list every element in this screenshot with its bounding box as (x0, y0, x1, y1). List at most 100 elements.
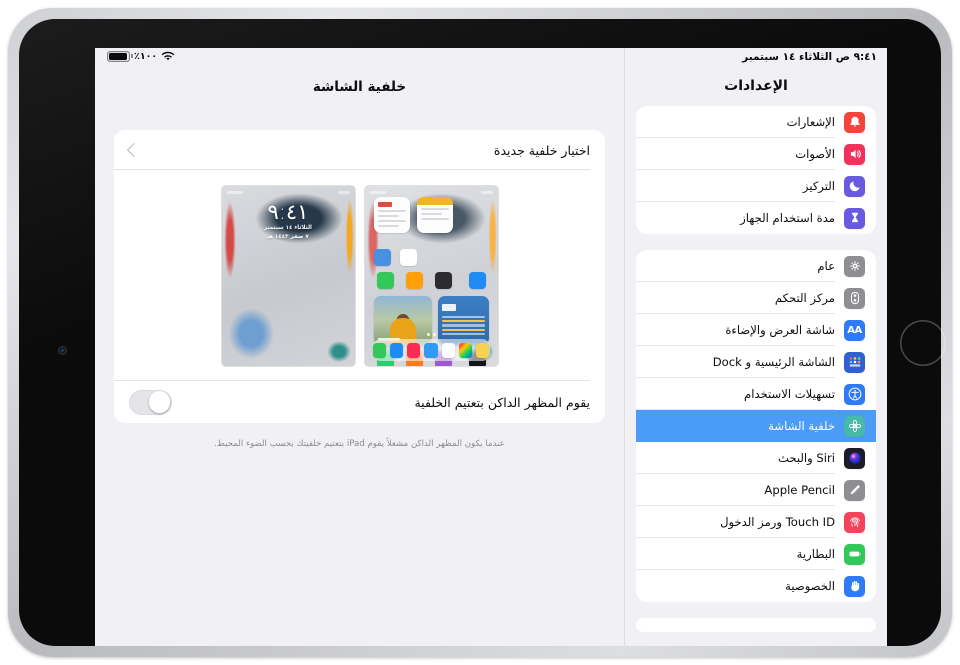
battery-green-icon (844, 543, 865, 565)
dark-appearance-toggle-row[interactable]: يقوم المظهر الداكن بتعتيم الخلفية (114, 381, 605, 423)
sidebar-item-label: الشاشة الرئيسية و Dock (712, 355, 835, 369)
dark-appearance-switch[interactable] (129, 389, 172, 415)
footnote-wrapper: عندما يكون المظهر الداكن مشغلاً يقوم iPa… (114, 438, 605, 450)
weather-widget (438, 296, 489, 345)
page-dots (365, 333, 498, 336)
safari-dock-icon (389, 342, 404, 358)
front-camera-icon (58, 346, 67, 355)
choose-new-wallpaper-row[interactable]: اختيار خلفية جديدة (114, 130, 605, 170)
messages-dock-icon (372, 342, 386, 358)
sidebar-item-privacy-hand[interactable]: الخصوصية (636, 570, 876, 602)
sidebar-item-notifications-bell[interactable]: الإشعارات (636, 106, 876, 138)
sidebar-item-label: الإشعارات (786, 115, 835, 129)
sidebar-item-label: الخصوصية (785, 579, 835, 593)
home-screen-dock-grid-icon (844, 351, 865, 373)
sidebar-item-focus-moon[interactable]: التركيز (636, 170, 876, 202)
sidebar-item-label: شاشة العرض والإضاءة (725, 323, 835, 337)
sidebar-item-screen-time-hourglass[interactable]: مدة استخدام الجهاز (636, 202, 876, 234)
appstore-app-icon (468, 272, 486, 289)
news-widget (373, 197, 410, 233)
thumbnail-status-bar (226, 189, 350, 195)
sidebar-item-label: البطارية (796, 547, 835, 561)
photos-widget (373, 296, 433, 345)
sidebar-item-label: مدة استخدام الجهاز (740, 211, 835, 225)
wallpaper-thumbnails: ٩:٤١ الثلاثاء ١٤ سبتمبر ٧ صفر ١٤٤٣ هـ (114, 170, 605, 381)
sidebar-item-label: الأصوات (795, 147, 835, 161)
thumbnail-status-right (226, 190, 243, 194)
calendar-dock-icon (441, 342, 455, 358)
lock-screen-date-line1: الثلاثاء ١٤ سبتمبر (264, 225, 312, 231)
detail-pane: خلفية الشاشة اختيار خلفية جديدة ٩:٤١ الث… (95, 48, 624, 646)
display-brightness-aa-icon: AA (844, 319, 865, 341)
mail-dock-icon (424, 342, 438, 358)
notes-widget (416, 197, 453, 233)
ipad-device-frame: خلفية الشاشة اختيار خلفية جديدة ٩:٤١ الث… (8, 8, 952, 657)
sidebar-item-siri-orb[interactable]: Siri والبحث (636, 442, 876, 474)
ipad-bezel: خلفية الشاشة اختيار خلفية جديدة ٩:٤١ الث… (19, 19, 941, 646)
sidebar-item-label: التركيز (802, 179, 835, 193)
sidebar-item-label: تسهيلات الاستخدام (744, 387, 835, 401)
home-dock (372, 339, 490, 361)
dark-appearance-label: يقوم المظهر الداكن بتعتيم الخلفية (414, 394, 590, 410)
lock-screen-date: الثلاثاء ١٤ سبتمبر ٧ صفر ١٤٤٣ هـ (222, 224, 355, 242)
sidebar-item-sounds-speaker[interactable]: الأصوات (636, 138, 876, 170)
home-button[interactable] (900, 320, 946, 366)
apple-pencil-icon (844, 479, 865, 501)
control-center-toggles-icon (844, 287, 865, 309)
touch-id-fingerprint-icon (844, 511, 865, 533)
screenshot-stage: خلفية الشاشة اختيار خلفية جديدة ٩:٤١ الث… (0, 0, 960, 665)
wallpaper-card: اختيار خلفية جديدة ٩:٤١ الثلاثاء ١٤ سبتم… (114, 130, 605, 423)
files-app-icon (373, 249, 391, 266)
settings-sidebar: الإعدادات الإشعارات الأصوات التركيز مدة است… (624, 48, 887, 646)
lock-screen-wallpaper-thumbnail[interactable]: ٩:٤١ الثلاثاء ١٤ سبتمبر ٧ صفر ١٤٤٣ هـ (221, 186, 355, 366)
privacy-hand-icon (844, 575, 865, 597)
screen-time-hourglass-icon (844, 207, 865, 229)
sidebar-item-touch-id-fingerprint[interactable]: Touch ID ورمز الدخول (636, 506, 876, 538)
dark-appearance-footnote: عندما يكون المظهر الداكن مشغلاً يقوم iPa… (214, 439, 505, 449)
home-large-widgets (373, 296, 489, 345)
sidebar-group-1: الإشعارات الأصوات التركيز مدة استخدام الجها… (636, 106, 876, 234)
sidebar-item-accessibility[interactable]: تسهيلات الاستخدام (636, 378, 876, 410)
home-screen-wallpaper-thumbnail[interactable] (364, 186, 498, 366)
sidebar-item-battery-green[interactable]: البطارية (636, 538, 876, 570)
sidebar-item-general-gear[interactable]: عام (636, 250, 876, 282)
music-dock-icon (407, 342, 421, 358)
switch-knob (148, 391, 171, 413)
sidebar-item-label: مركز التحكم (774, 291, 835, 305)
sidebar-item-home-screen-dock-grid[interactable]: الشاشة الرئيسية و Dock (636, 346, 876, 378)
sidebar-item-display-brightness-aa[interactable]: AA شاشة العرض والإضاءة (636, 314, 876, 346)
sidebar-title: الإعدادات (724, 78, 788, 94)
maps-app-icon (376, 272, 394, 289)
reminders-app-icon (399, 249, 417, 266)
camera-app-icon (434, 272, 452, 289)
notifications-bell-icon (844, 111, 865, 133)
siri-orb-icon (844, 447, 865, 469)
sidebar-item-label: Siri والبحث (778, 451, 835, 465)
sidebar-item-apple-pencil[interactable]: Apple Pencil (636, 474, 876, 506)
page-title: خلفية الشاشة (312, 79, 407, 95)
home-widget-row (373, 197, 489, 266)
photos-dock-icon (458, 342, 473, 358)
notes-dock-icon (476, 342, 490, 358)
sounds-speaker-icon (844, 143, 865, 165)
photos-app-icon (405, 272, 423, 289)
lock-screen-time: ٩:٤١ (267, 200, 309, 224)
sidebar-item-control-center-toggles[interactable]: مركز التحكم (636, 282, 876, 314)
sidebar-group-3-partial[interactable] (636, 618, 876, 632)
sidebar-item-wallpaper-flower[interactable]: خلفية الشاشة (636, 410, 876, 442)
choose-new-wallpaper-label: اختيار خلفية جديدة (493, 142, 590, 158)
sidebar-item-label: عام (817, 259, 835, 273)
wallpaper-flower-icon (844, 415, 865, 437)
ipad-screen: خلفية الشاشة اختيار خلفية جديدة ٩:٤١ الث… (95, 48, 887, 646)
sidebar-item-label: خلفية الشاشة (768, 419, 835, 433)
sidebar-item-label: Apple Pencil (764, 483, 835, 497)
sidebar-item-label: Touch ID ورمز الدخول (720, 515, 835, 529)
sidebar-groups: الإشعارات الأصوات التركيز مدة استخدام الجها… (636, 106, 876, 646)
lock-screen-date-line2: ٧ صفر ١٤٤٣ هـ (267, 233, 309, 240)
thumbnail-status-left (337, 190, 350, 194)
sidebar-group-2: عام مركز التحكم AA شاشة العرض والإضاءة الشاش… (636, 250, 876, 602)
general-gear-icon (844, 255, 865, 277)
focus-moon-icon (844, 175, 865, 197)
accessibility-icon (844, 383, 865, 405)
home-app-row (374, 272, 489, 289)
